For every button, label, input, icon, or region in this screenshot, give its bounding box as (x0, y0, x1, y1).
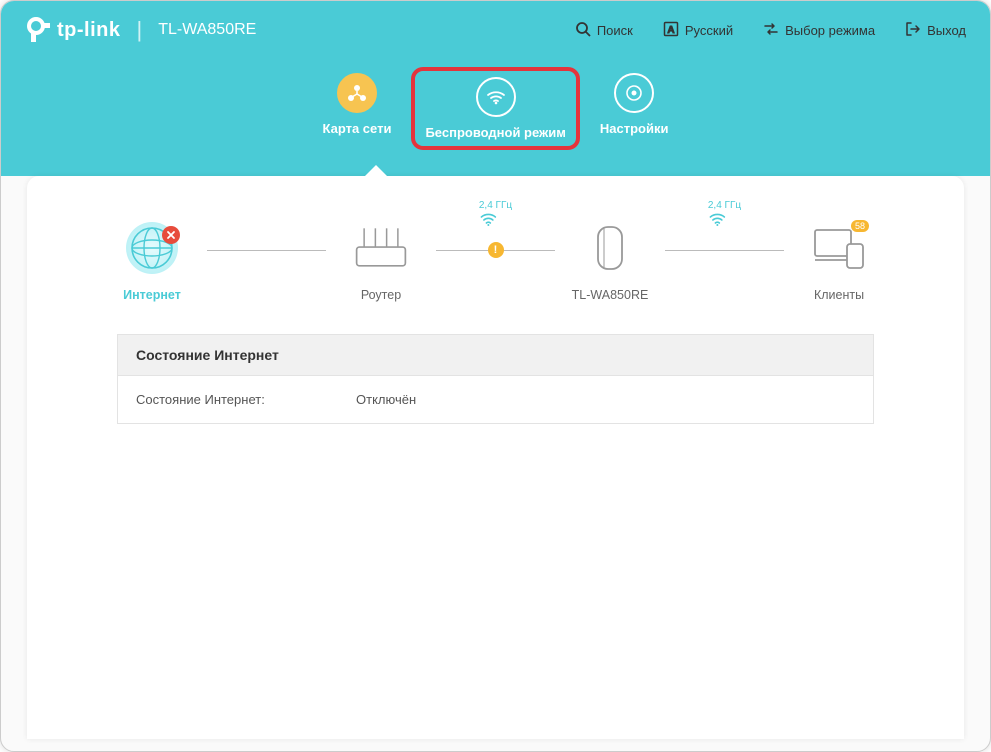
language-icon: А (663, 21, 679, 40)
mode-label: Выбор режима (785, 23, 875, 38)
logo-area: tp-link | TL-WA850RE (25, 17, 256, 43)
exit-label: Выход (927, 23, 966, 38)
connector-3: 2,4 ГГц (665, 250, 784, 251)
freq-label-2: 2,4 ГГц (708, 200, 741, 227)
node-internet-label: Интернет (123, 288, 181, 302)
logo-separator: | (137, 17, 143, 43)
status-title: Состояние Интернет (118, 335, 873, 376)
exit-icon (905, 21, 921, 40)
content-card: Интернет Роутер 2,4 ГГц ! (27, 176, 964, 739)
tab-wireless[interactable]: Беспроводной режим (411, 67, 579, 150)
connector-1 (207, 250, 326, 251)
node-router-label: Роутер (361, 288, 401, 302)
mode-icon (763, 21, 779, 40)
node-extender-label: TL-WA850RE (572, 288, 649, 302)
error-badge-icon (162, 226, 180, 244)
node-clients-label: Клиенты (814, 288, 864, 302)
top-actions: Поиск А Русский Выбор режима Выход (575, 21, 966, 40)
freq-label-1: 2,4 ГГц (479, 200, 512, 227)
header: tp-link | TL-WA850RE Поиск А Русский Выб… (1, 1, 990, 176)
nav-tabs: Карта сети Беспроводной режим Настройки (1, 67, 990, 150)
tab-settings-label: Настройки (600, 121, 669, 136)
tab-wireless-label: Беспроводной режим (425, 125, 565, 140)
search-icon (575, 21, 591, 40)
node-extender[interactable]: TL-WA850RE (555, 218, 665, 302)
internet-icon (122, 218, 182, 278)
tplink-logo-icon (25, 17, 51, 43)
tab-settings[interactable]: Настройки (590, 67, 679, 150)
model-text: TL-WA850RE (158, 21, 256, 39)
topbar: tp-link | TL-WA850RE Поиск А Русский Выб… (1, 1, 990, 59)
search-button[interactable]: Поиск (575, 21, 633, 40)
status-panel: Состояние Интернет Состояние Интернет: О… (117, 334, 874, 424)
mode-button[interactable]: Выбор режима (763, 21, 875, 40)
svg-text:А: А (667, 25, 674, 36)
brand-text: tp-link (57, 19, 121, 42)
content-arrow (364, 165, 388, 177)
warning-badge-icon: ! (488, 242, 504, 258)
language-label: Русский (685, 23, 733, 38)
language-button[interactable]: А Русский (663, 21, 733, 40)
extender-icon (580, 218, 640, 278)
node-internet[interactable]: Интернет (97, 218, 207, 302)
exit-button[interactable]: Выход (905, 21, 966, 40)
freq-2-text: 2,4 ГГц (708, 200, 741, 211)
freq-1-text: 2,4 ГГц (479, 200, 512, 211)
router-icon (351, 218, 411, 278)
status-key: Состояние Интернет: (136, 392, 356, 407)
topology-diagram: Интернет Роутер 2,4 ГГц ! (27, 176, 964, 320)
node-clients[interactable]: 58 Клиенты (784, 218, 894, 302)
wireless-icon (476, 77, 516, 117)
node-router[interactable]: Роутер (326, 218, 436, 302)
settings-icon (614, 73, 654, 113)
tab-network-map-label: Карта сети (323, 121, 392, 136)
network-map-icon (337, 73, 377, 113)
clients-count-badge: 58 (851, 220, 869, 232)
status-row: Состояние Интернет: Отключён (118, 376, 873, 423)
search-label: Поиск (597, 23, 633, 38)
tab-network-map[interactable]: Карта сети (313, 67, 402, 150)
clients-icon: 58 (809, 218, 869, 278)
status-value: Отключён (356, 392, 416, 407)
connector-2: 2,4 ГГц ! (436, 250, 555, 251)
